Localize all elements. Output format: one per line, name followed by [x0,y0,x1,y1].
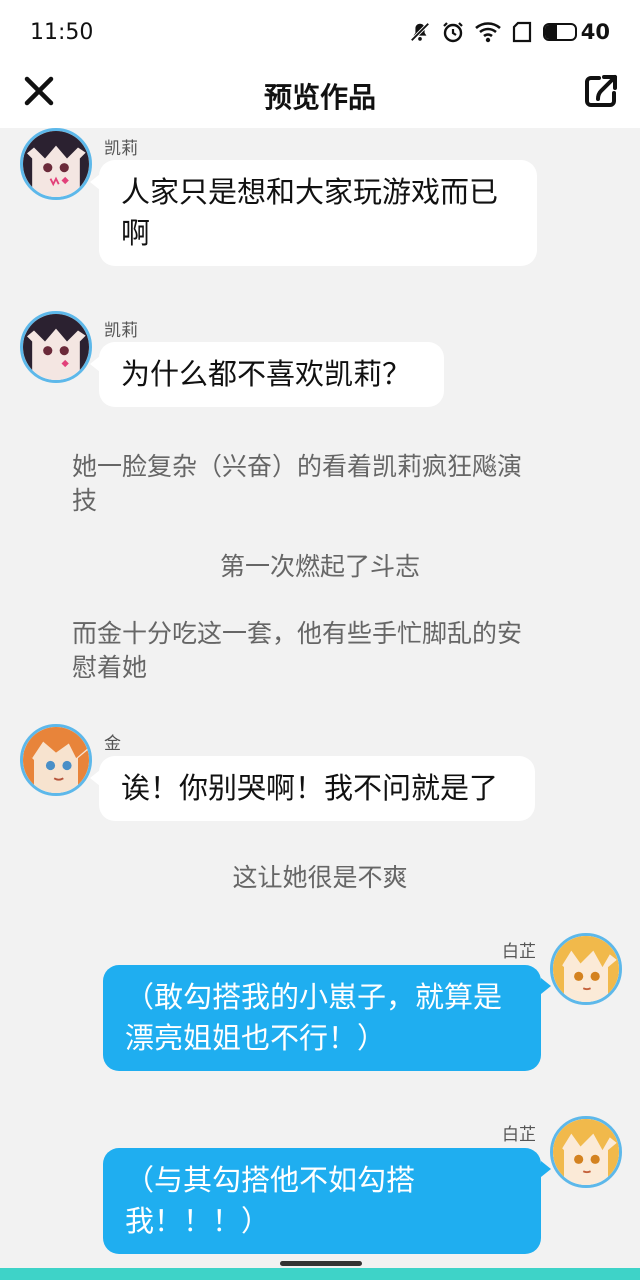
avatar-jin[interactable] [20,724,92,796]
page-title: 预览作品 [263,81,376,114]
avatar-kaili-image [23,314,89,380]
message-bubble[interactable]: 为什么都不喜欢凯莉？ [99,342,444,407]
message-text-line: 我！！！） [125,1204,271,1238]
bubble-tail [541,978,551,994]
sim-icon [512,21,531,43]
home-indicator[interactable] [280,1261,362,1266]
alarm-icon [442,22,463,43]
narration-line: 慰着她 [72,653,148,682]
narration-text: 第一次燃起了斗志 [219,552,420,581]
narration-line: 她一脸复杂（兴奋）的看着凯莉疯狂飚演 [72,452,523,481]
wifi-icon [474,22,501,43]
bubble-tail [541,1161,551,1177]
bottom-accent-strip [0,1268,640,1280]
avatar-kaili[interactable] [20,128,92,200]
speaker-name: 白芷 [502,942,536,962]
message-text-line: （敢勾搭我的小崽子，就算是 [125,980,503,1014]
chat-area[interactable]: 凯莉 人家只是想和大家玩游戏而已 啊 凯莉 为什么都不喜欢凯莉？ 她一脸复杂（兴… [0,128,640,1268]
speaker-name: 白芷 [502,1125,536,1145]
narration-text: 她一脸复杂（兴奋）的看着凯莉疯狂飚演 技 [72,450,572,518]
status-bar: 11:50 40 [0,0,640,64]
avatar-baizhi[interactable] [550,933,622,1005]
status-icons: 40 [409,20,610,44]
narration-line: 而金十分吃这一套，他有些手忙脚乱的安 [72,619,523,648]
message-text: 诶！你别哭啊！我不问就是了 [121,771,499,805]
app-header: 预览作品 [0,64,640,128]
narration-text: 而金十分吃这一套，他有些手忙脚乱的安 慰着她 [72,617,572,685]
battery-indicator: 40 [542,20,610,44]
message-bubble[interactable]: （敢勾搭我的小崽子，就算是 漂亮姐姐也不行！） [103,965,541,1071]
speaker-name: 凯莉 [104,139,138,159]
avatar-jin-image [23,727,89,793]
battery-level: 40 [580,20,610,44]
message-bubble[interactable]: （与其勾搭他不如勾搭 我！！！） [103,1148,541,1254]
speaker-name: 金 [104,734,121,754]
battery-icon [542,23,577,41]
close-icon[interactable] [22,74,56,108]
avatar-baizhi-image [553,1119,619,1185]
message-text: 为什么都不喜欢凯莉？ [121,357,412,391]
message-text-line: 漂亮姐姐也不行！） [125,1021,387,1055]
speaker-name: 凯莉 [104,321,138,341]
battery-fill [544,25,557,39]
message-text-line: 人家只是想和大家玩游戏而已 [121,175,499,209]
message-bubble[interactable]: 人家只是想和大家玩游戏而已 啊 [99,160,537,266]
narration-text: 这让她很是不爽 [232,863,408,892]
narration-line: 技 [72,486,98,515]
share-icon[interactable] [582,72,620,110]
mute-bell-icon [410,22,430,42]
avatar-baizhi-image [553,936,619,1002]
message-bubble[interactable]: 诶！你别哭啊！我不问就是了 [99,756,535,821]
message-text-line: （与其勾搭他不如勾搭 [125,1163,416,1197]
avatar-kaili[interactable] [20,311,92,383]
status-time: 11:50 [30,19,94,45]
avatar-baizhi[interactable] [550,1116,622,1188]
message-text-line: 啊 [121,216,151,250]
avatar-kaili-image [23,131,89,197]
